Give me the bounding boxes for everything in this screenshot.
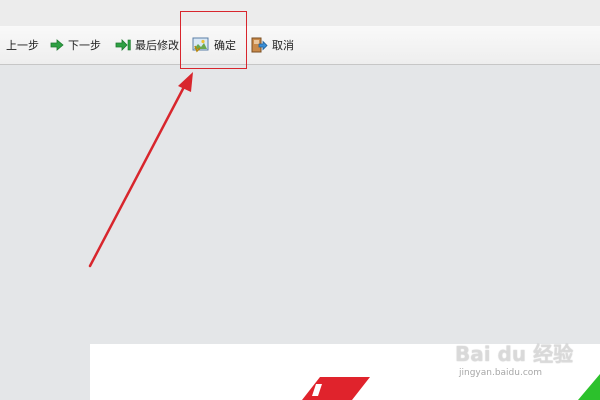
watermark-url: jingyan.baidu.com [459, 368, 543, 378]
watermark-brand: Bai du 经验 [455, 342, 574, 366]
highlight-box [180, 11, 247, 69]
baidu-jingyan-watermark: Bai du 经验 jingyan.baidu.com [455, 338, 595, 388]
